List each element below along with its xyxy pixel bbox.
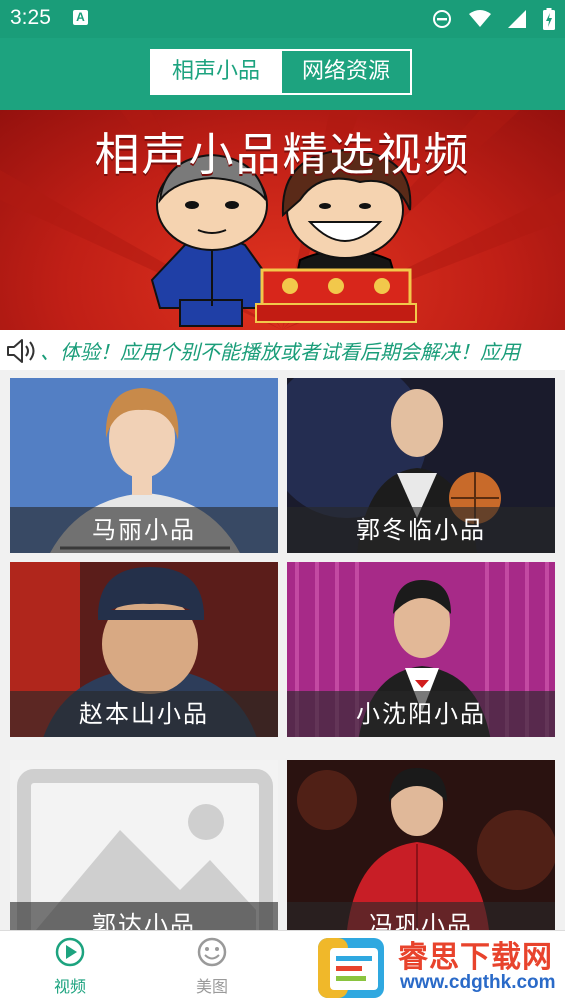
status-bar: 3:25 A: [0, 0, 565, 38]
status-icons: [420, 8, 555, 30]
notice-text: 、体验！应用个别不能播放或者试看后期会解决！应用: [40, 340, 520, 364]
watermark-logo-icon: [318, 938, 384, 998]
performance-table: [255, 268, 417, 323]
video-card[interactable]: 马丽小品: [10, 378, 278, 553]
card-label: 小沈阳小品: [287, 691, 555, 737]
face-icon: [197, 937, 227, 967]
video-card[interactable]: 赵本山小品: [10, 562, 278, 737]
video-card[interactable]: 冯巩小品: [287, 760, 555, 930]
banner-title: 相声小品精选视频: [94, 128, 471, 181]
tab-network-resources[interactable]: 网络资源: [280, 51, 410, 93]
tab-crosstalk[interactable]: 相声小品: [152, 51, 280, 93]
nav-item-video[interactable]: 视频: [30, 937, 110, 997]
speaker-icon: [7, 339, 35, 363]
battery-charging-icon: [543, 8, 555, 30]
notice-marquee: 、体验！应用个别不能播放或者试看后期会解决！应用: [0, 330, 565, 370]
site-watermark: 睿思下载网 www.cdgthk.com: [312, 930, 565, 1004]
card-label: 郭冬临小品: [287, 507, 555, 553]
watermark-site-name: 睿思下载网: [398, 940, 553, 975]
play-circle-icon: [55, 937, 85, 967]
category-tabs: 相声小品 网络资源: [150, 49, 412, 95]
nav-label: 美图: [195, 977, 228, 996]
hero-banner[interactable]: 相声小品精选视频: [0, 110, 565, 330]
video-card[interactable]: 郭达小品: [10, 760, 278, 930]
status-time: 3:25: [10, 6, 51, 29]
card-label: 马丽小品: [10, 507, 278, 553]
watermark-url: www.cdgthk.com: [400, 972, 556, 993]
dnd-icon: [432, 10, 451, 28]
video-card[interactable]: 郭冬临小品: [287, 378, 555, 553]
wifi-icon: [468, 10, 491, 27]
nav-item-pictures[interactable]: 美图: [172, 937, 252, 997]
nav-label: 视频: [53, 977, 86, 996]
card-label: 赵本山小品: [10, 691, 278, 737]
card-label: 冯巩小品: [287, 902, 555, 930]
signal-icon: [507, 10, 526, 28]
notification-a-icon: A: [73, 10, 88, 25]
video-card[interactable]: 小沈阳小品: [287, 562, 555, 737]
card-label: 郭达小品: [10, 902, 278, 930]
app-header: 相声小品 网络资源: [0, 38, 565, 110]
video-category-grid: 马丽小品 郭冬临小品 赵本山小品 小沈阳小品 郭达小品 冯巩小品: [0, 370, 565, 930]
